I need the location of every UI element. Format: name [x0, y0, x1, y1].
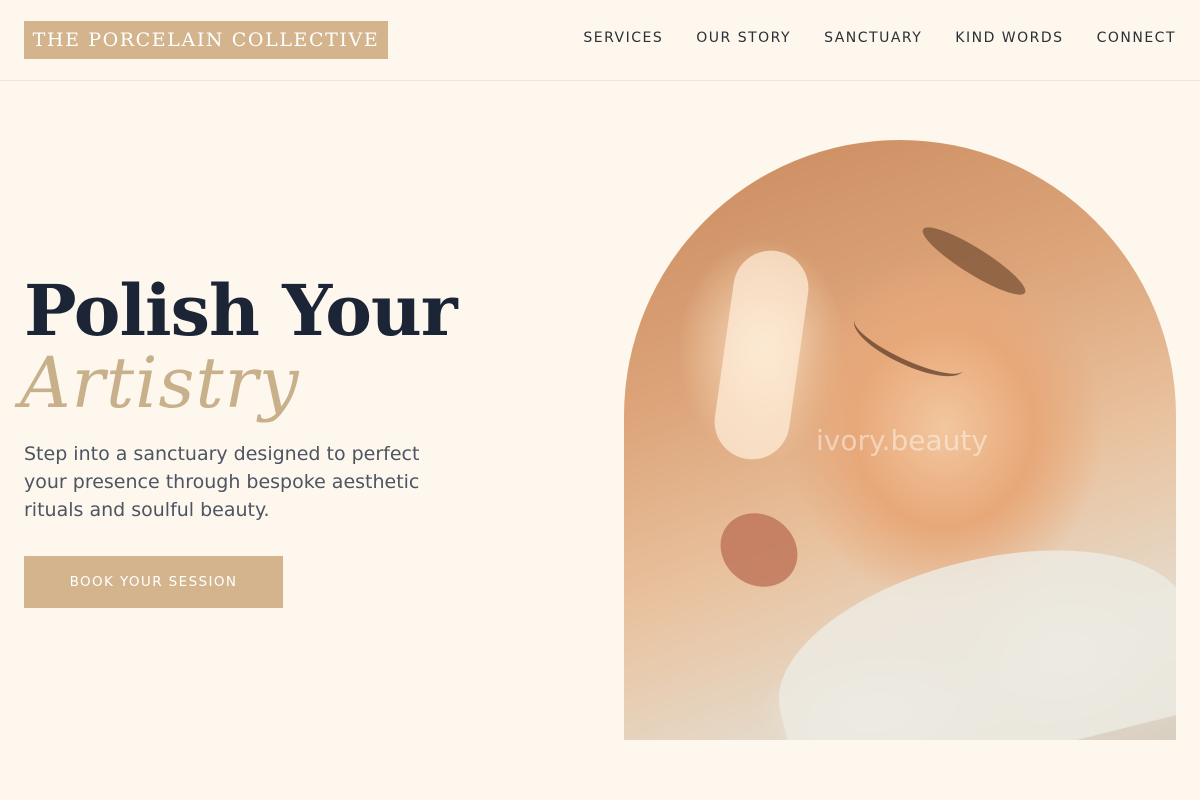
closed-eye-shape	[846, 301, 972, 389]
eyebrow-shape	[916, 218, 1032, 304]
image-watermark: ivory.beauty	[816, 424, 988, 457]
nav-kind-words[interactable]: KIND WORDS	[955, 30, 1063, 46]
book-session-button[interactable]: BOOK YOUR SESSION	[24, 556, 283, 608]
nav-connect[interactable]: CONNECT	[1097, 30, 1176, 46]
brand-logo[interactable]: THE PORCELAIN COLLECTIVE	[24, 21, 388, 59]
lips-shape	[706, 498, 812, 602]
hero-accent-text: Artistry	[20, 342, 300, 424]
cloth-shape	[756, 512, 1176, 740]
hero-description: Step into a sanctuary designed to perfec…	[24, 443, 420, 521]
main-nav: SERVICES OUR STORY SANCTUARY KIND WORDS …	[583, 30, 1176, 46]
light-reflection	[709, 245, 814, 465]
hero-title: Polish Your	[24, 269, 458, 352]
nav-our-story[interactable]: OUR STORY	[696, 30, 791, 46]
nav-services[interactable]: SERVICES	[583, 30, 663, 46]
nav-sanctuary[interactable]: SANCTUARY	[824, 30, 922, 46]
site-header: THE PORCELAIN COLLECTIVE SERVICES OUR ST…	[0, 0, 1200, 81]
